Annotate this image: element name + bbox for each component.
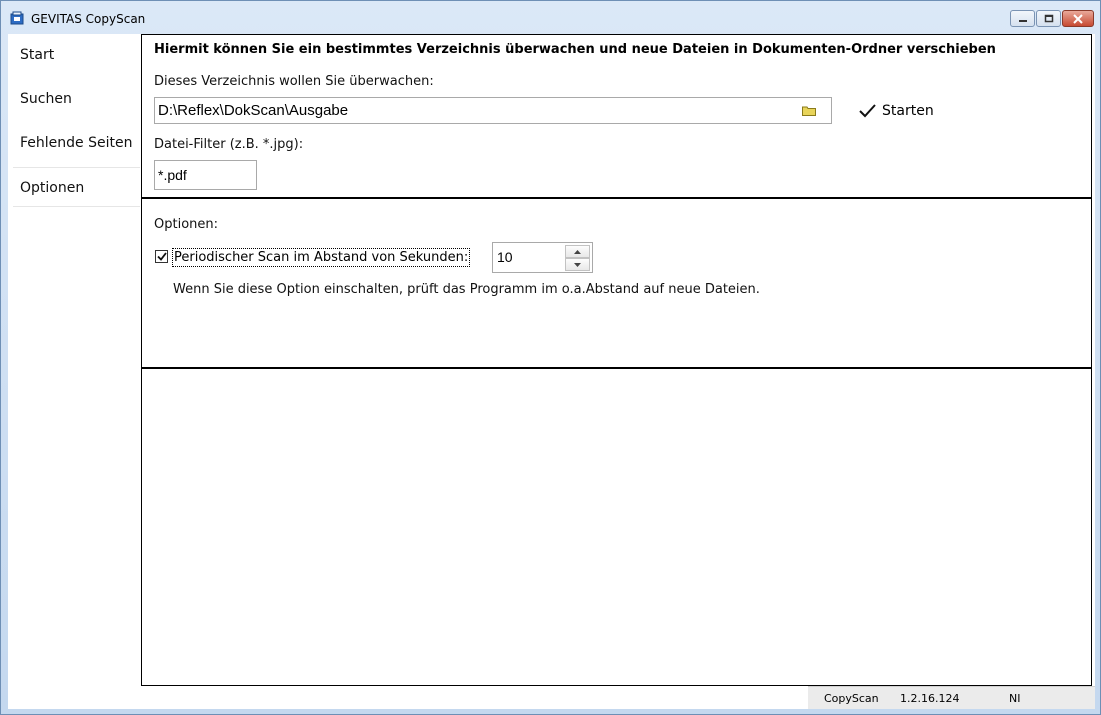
start-button[interactable]: Starten	[859, 101, 934, 121]
app-window: GEVITAS CopyScan Start Suchen Fehlende S…	[0, 0, 1101, 715]
app-icon	[10, 11, 24, 25]
interval-value[interactable]: 10	[497, 249, 513, 265]
minimize-button[interactable]	[1010, 10, 1035, 27]
directory-input[interactable]: D:\Reflex\DokScan\Ausgabe	[154, 97, 832, 124]
window-controls	[1009, 10, 1094, 27]
title-bar[interactable]: GEVITAS CopyScan	[1, 1, 1100, 34]
checkmark-icon	[859, 104, 876, 118]
monitor-section: Hiermit können Sie ein bestimmtes Verzei…	[142, 35, 1091, 199]
filter-label: Datei-Filter (z.B. *.jpg):	[154, 137, 304, 152]
close-button[interactable]	[1062, 10, 1094, 27]
options-title: Optionen:	[154, 217, 219, 232]
chevron-up-icon	[574, 249, 581, 254]
maximize-icon	[1044, 14, 1053, 23]
periodic-scan-checkbox[interactable]	[155, 250, 168, 263]
start-button-label: Starten	[882, 103, 934, 119]
status-mode: NI	[1009, 692, 1021, 705]
status-app-name: CopyScan	[824, 692, 879, 705]
maximize-button[interactable]	[1036, 10, 1061, 27]
client-area: Start Suchen Fehlende Seiten Optionen Hi…	[8, 34, 1095, 709]
interval-stepper[interactable]: 10	[492, 242, 593, 273]
sidebar-item-fehlende-seiten[interactable]: Fehlende Seiten	[13, 123, 140, 163]
options-section: Optionen: Periodischer Scan im Abstand v…	[142, 200, 1091, 369]
minimize-icon	[1018, 19, 1027, 22]
folder-icon[interactable]	[802, 105, 816, 116]
main-panel: Hiermit können Sie ein bestimmtes Verzei…	[141, 34, 1092, 686]
periodic-scan-label[interactable]: Periodischer Scan im Abstand von Sekunde…	[172, 248, 471, 267]
status-version: 1.2.16.124	[900, 692, 960, 705]
close-icon	[1073, 13, 1083, 24]
status-bar: CopyScan 1.2.16.124 NI	[808, 686, 1095, 709]
sidebar-item-suchen[interactable]: Suchen	[13, 79, 140, 119]
checkmark-icon	[156, 252, 167, 261]
sidebar-item-start[interactable]: Start	[13, 35, 140, 75]
periodic-scan-hint: Wenn Sie diese Option einschalten, prüft…	[173, 282, 760, 297]
filter-input[interactable]: *.pdf	[154, 160, 257, 190]
sidebar: Start Suchen Fehlende Seiten Optionen	[8, 34, 140, 686]
interval-up-button[interactable]	[565, 245, 590, 258]
directory-label: Dieses Verzeichnis wollen Sie überwachen…	[154, 74, 434, 89]
monitor-heading: Hiermit können Sie ein bestimmtes Verzei…	[154, 42, 996, 57]
interval-down-button[interactable]	[565, 258, 590, 271]
chevron-down-icon	[574, 262, 581, 267]
sidebar-item-optionen[interactable]: Optionen	[13, 167, 140, 207]
window-title: GEVITAS CopyScan	[31, 12, 146, 26]
